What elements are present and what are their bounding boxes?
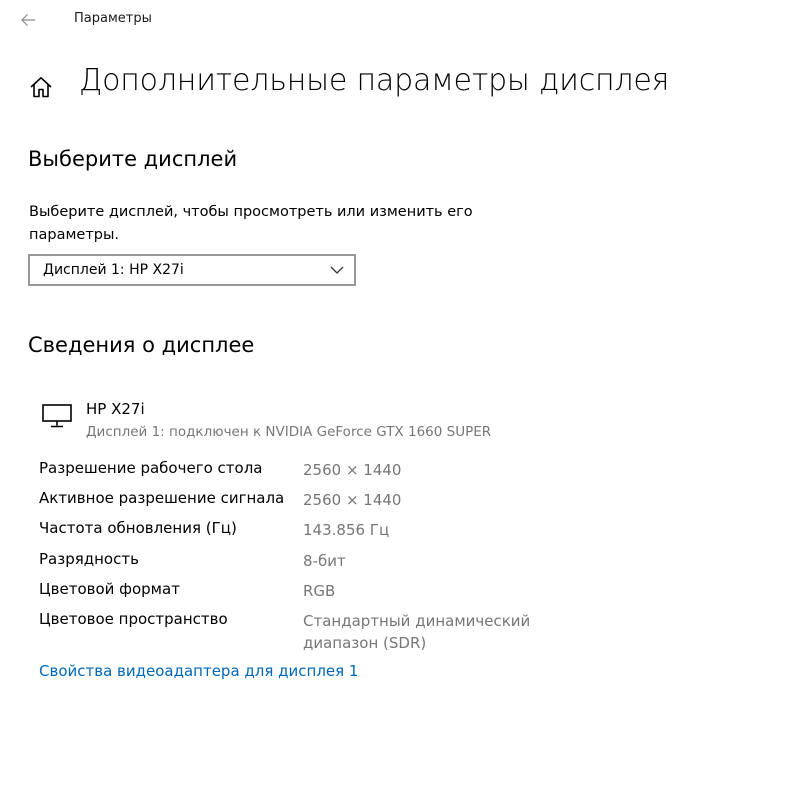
adapter-properties-link[interactable]: Свойства видеоадаптера для дисплея 1: [39, 662, 358, 680]
app-title: Параметры: [74, 11, 152, 26]
info-row-value: RGB: [303, 582, 336, 600]
chevron-down-icon: [330, 266, 344, 274]
info-row-value: 2560 × 1440: [303, 461, 402, 479]
info-row-label: Цветовое пространство: [39, 610, 228, 628]
back-button[interactable]: [12, 6, 44, 34]
info-row-label: Цветовой формат: [39, 580, 180, 598]
display-dropdown-value: Дисплей 1: HP X27i: [43, 262, 184, 278]
info-row-label: Разрешение рабочего стола: [39, 459, 263, 477]
display-dropdown[interactable]: Дисплей 1: HP X27i: [28, 254, 356, 286]
display-name: HP X27i: [86, 400, 145, 418]
title-bar: Параметры: [0, 0, 800, 40]
info-row-label: Разрядность: [39, 550, 139, 568]
info-row-value: 2560 × 1440: [303, 491, 402, 509]
info-row-value: 8-бит: [303, 552, 346, 570]
select-display-description: Выберите дисплей, чтобы просмотреть или …: [29, 204, 473, 243]
page-title: Дополнительные параметры дисплея: [79, 63, 670, 98]
home-icon: [30, 77, 52, 98]
info-row-value: 143.856 Гц: [303, 521, 390, 539]
display-info-heading: Сведения о дисплее: [28, 333, 255, 357]
info-row-value: Стандартный динамический диапазон (SDR): [303, 612, 531, 652]
info-row-label: Активное разрешение сигнала: [39, 489, 285, 507]
select-display-heading: Выберите дисплей: [28, 147, 238, 171]
monitor-icon: [42, 404, 72, 428]
home-button[interactable]: [26, 72, 56, 102]
back-arrow-icon: [21, 14, 35, 26]
display-connection-info: Дисплей 1: подключен к NVIDIA GeForce GT…: [86, 424, 492, 440]
info-row-label: Частота обновления (Гц): [39, 519, 237, 537]
